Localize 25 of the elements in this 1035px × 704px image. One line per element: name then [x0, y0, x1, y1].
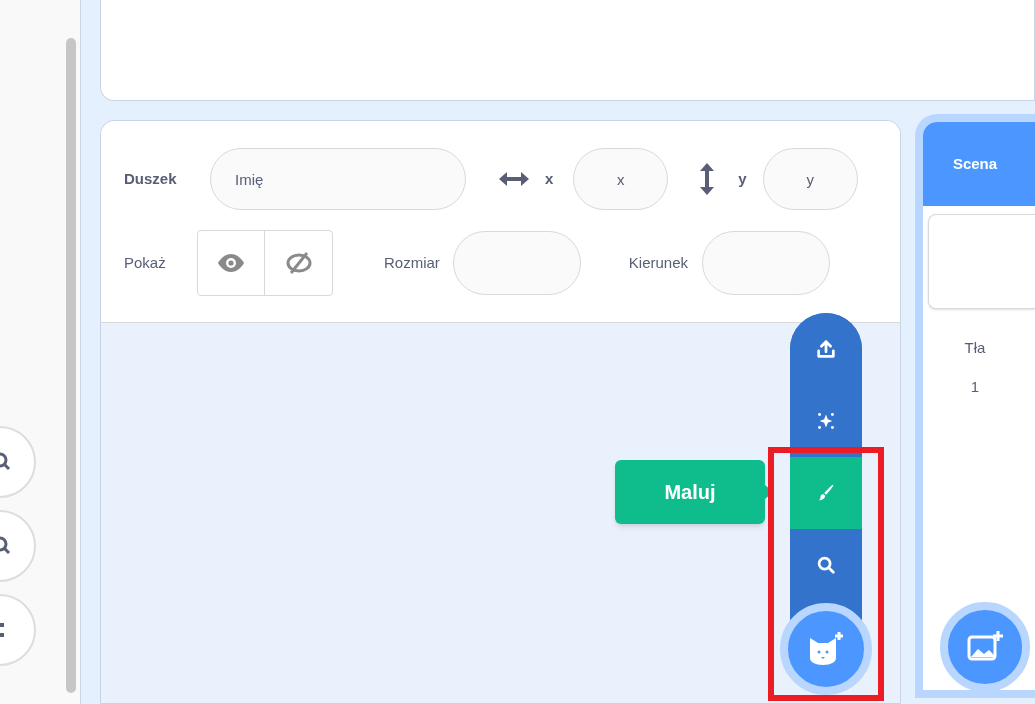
sparkle-icon — [815, 410, 837, 432]
horizontal-arrow-icon — [499, 172, 529, 186]
scrollbar[interactable] — [66, 38, 76, 693]
x-field[interactable]: x — [573, 148, 669, 210]
vertical-arrow-icon — [700, 163, 715, 195]
eye-off-icon — [284, 251, 313, 275]
x-label: x — [545, 168, 554, 189]
tooltip: Maluj — [615, 460, 765, 524]
reset-icon — [0, 623, 4, 637]
y-field[interactable]: y — [762, 148, 858, 210]
name-field[interactable]: Imię — [210, 148, 466, 210]
stage-tab[interactable]: Scena — [923, 122, 1035, 206]
eye-icon — [218, 254, 244, 272]
size-label: Rozmiar — [384, 252, 440, 273]
show-label: Pokaż — [124, 252, 167, 273]
cat-icon — [808, 632, 844, 666]
search-icon — [815, 554, 837, 576]
stage-thumbnail[interactable] — [928, 214, 1035, 309]
y-label: y — [738, 168, 747, 189]
sprite-label: Duszek — [124, 168, 178, 189]
upload-icon — [815, 338, 837, 360]
image-add-icon — [967, 631, 1003, 663]
direction-label: Kierunek — [628, 252, 689, 273]
backdrops-label: Tła — [963, 338, 987, 358]
backdrop-count: 1 — [969, 376, 981, 397]
